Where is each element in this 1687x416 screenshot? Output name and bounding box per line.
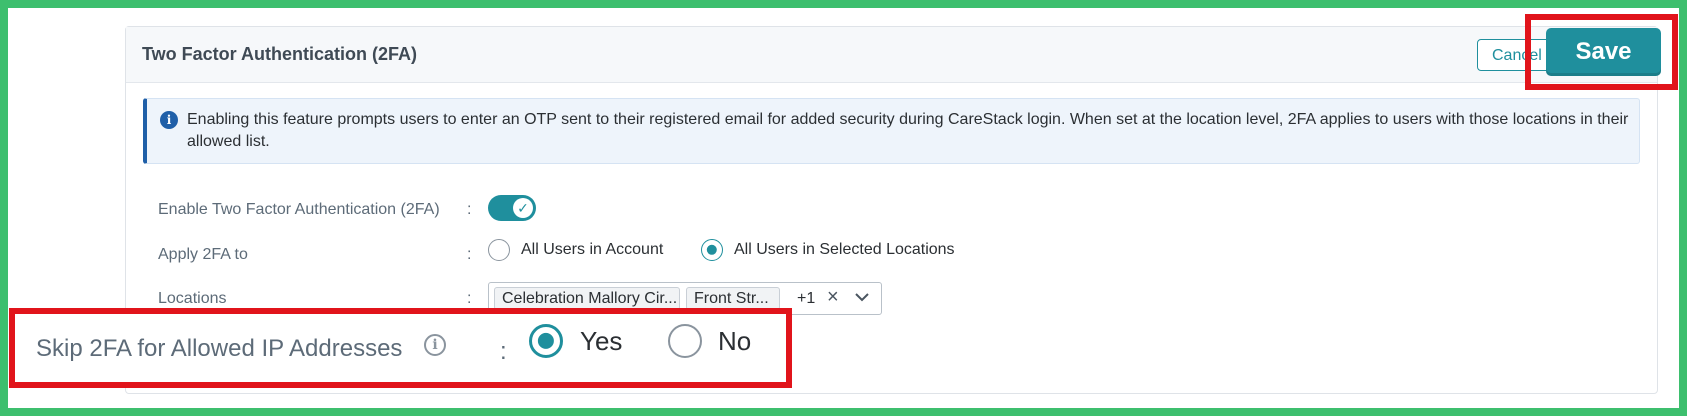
clear-icon[interactable]: × — [827, 286, 839, 309]
radio-all-users-in-selected-locations-label[interactable]: All Users in Selected Locations — [734, 241, 955, 259]
enable-2fa-label: Enable Two Factor Authentication (2FA) — [158, 201, 440, 218]
apply-2fa-colon: : — [467, 246, 472, 263]
enable-2fa-toggle[interactable]: ✓ — [488, 195, 536, 221]
info-banner-text: Enabling this feature prompts users to e… — [187, 111, 1629, 150]
chevron-down-icon[interactable] — [854, 291, 870, 303]
enable-2fa-colon: : — [467, 201, 472, 218]
more-locations-count: +1 — [797, 290, 816, 307]
location-chip[interactable]: Front Str... — [686, 287, 780, 310]
locations-colon: : — [467, 290, 472, 307]
info-banner: i Enabling this feature prompts users to… — [143, 98, 1640, 164]
skip-2fa-highlight-box — [9, 308, 792, 388]
locations-label: Locations — [158, 290, 227, 307]
radio-all-users-in-selected-locations[interactable] — [701, 239, 723, 261]
radio-all-users-in-account-label[interactable]: All Users in Account — [521, 241, 663, 259]
panel-header: Two Factor Authentication (2FA) Cancel — [126, 27, 1657, 83]
radio-all-users-in-account[interactable] — [488, 239, 510, 261]
panel-title: Two Factor Authentication (2FA) — [142, 44, 417, 64]
apply-2fa-label: Apply 2FA to — [158, 246, 248, 263]
save-highlight-box — [1525, 14, 1678, 90]
checkmark-icon: ✓ — [513, 198, 533, 218]
info-circle-icon: i — [160, 111, 178, 129]
location-chip[interactable]: Celebration Mallory Cir... — [494, 287, 680, 310]
